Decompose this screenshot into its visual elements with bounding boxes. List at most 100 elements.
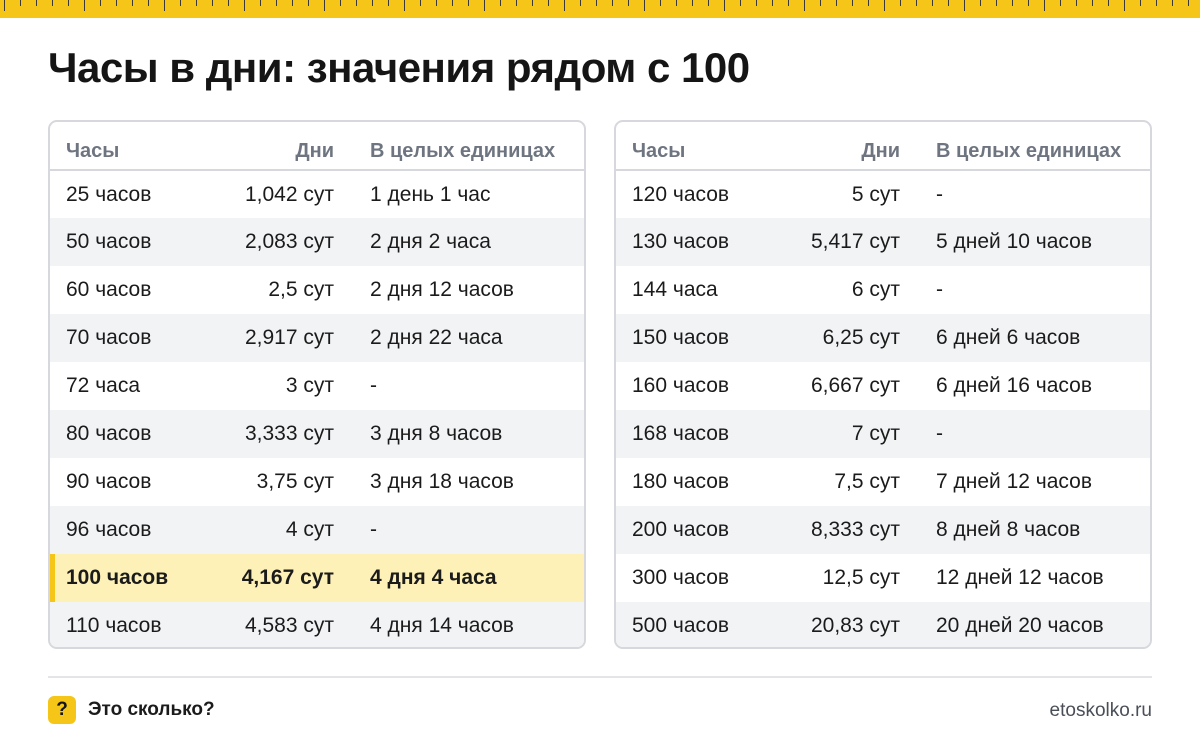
ruler-tick (164, 0, 165, 11)
ruler-tick (180, 0, 181, 6)
cell-whole-units: - (936, 278, 943, 301)
cell-days: 5 сут (851, 182, 900, 206)
ruler-tick (420, 0, 421, 6)
cell-days: 3,75 сут (256, 470, 334, 493)
cell-whole-units: 8 дней 8 часов (900, 506, 1150, 554)
brand-name: Это сколько? (88, 699, 215, 720)
table-row: 110 часов 4,583 сут 4 дня 14 часов (50, 602, 584, 647)
column-header-hours: Часы (616, 122, 766, 171)
hours-table-right: Часы Дни В целых единицах 120 часов 5 сут… (614, 120, 1152, 649)
page-title: Часы в дни: значения рядом с 100 (48, 44, 750, 91)
ruler-tick (628, 0, 629, 6)
table-row: 180 часов 7,5 сут 7 дней 12 часов (616, 458, 1150, 506)
cell-days: 4 сут (200, 506, 334, 554)
cell-whole-units: 1 день 1 час (370, 182, 491, 206)
cell-hours: 96 часов (50, 506, 200, 554)
cell-hours: 100 часов (50, 554, 200, 602)
ruler-tick (452, 0, 453, 6)
ruler-tick (68, 0, 69, 6)
ruler-tick (580, 0, 581, 6)
ruler-tick (548, 0, 549, 6)
ruler-tick (948, 0, 949, 6)
ruler-tick (724, 0, 725, 11)
cell-hours: 120 часов (632, 182, 730, 206)
column-header-whole: В целых единицах (334, 122, 584, 171)
table-row: 500 часов 20,83 сут 20 дней 20 часов (616, 602, 1150, 647)
cell-hours: 168 часов (616, 410, 766, 458)
ruler-tick (500, 0, 501, 6)
ruler-tick (772, 0, 773, 6)
ruler-tick (484, 0, 485, 11)
table-row: 144 часа 6 сут - (616, 266, 1150, 314)
table-row: 70 часов 2,917 сут 2 дня 22 часа (50, 314, 584, 362)
ruler-tick (116, 0, 117, 6)
ruler-tick (260, 0, 261, 6)
cell-hours: 144 часа (632, 278, 718, 301)
ruler-tick (564, 0, 565, 11)
ruler-tick (612, 0, 613, 6)
cell-days: 8,333 сут (766, 506, 900, 554)
ruler-tick (1108, 0, 1109, 6)
cell-whole-units: 5 дней 10 часов (900, 218, 1150, 266)
ruler-tick (932, 0, 933, 6)
cell-whole-units: - (936, 182, 943, 206)
table-row-highlighted: 100 часов 4,167 сут 4 дня 4 часа (50, 554, 584, 602)
table-row: 25 часов 1,042 сут 1 день 1 час (50, 170, 584, 218)
ruler-tick (1060, 0, 1061, 6)
cell-whole-units: 2 дня 2 часа (334, 218, 584, 266)
cell-whole-units: 20 дней 20 часов (900, 602, 1150, 647)
ruler-tick (148, 0, 149, 6)
cell-days: 5,417 сут (766, 218, 900, 266)
table-row: 150 часов 6,25 сут 6 дней 6 часов (616, 314, 1150, 362)
ruler-tick (996, 0, 997, 6)
ruler-tick (1172, 0, 1173, 6)
column-header-whole: В целых единицах (900, 122, 1150, 171)
ruler-tick (276, 0, 277, 6)
site-link[interactable]: etoskolko.ru (1050, 700, 1152, 722)
ruler-tick (436, 0, 437, 6)
ruler-tick (644, 0, 645, 11)
cell-hours: 500 часов (616, 602, 766, 647)
ruler-tick (340, 0, 341, 6)
cell-days: 3,333 сут (200, 410, 334, 458)
ruler-tick (596, 0, 597, 6)
cell-whole-units: 3 дня 18 часов (370, 470, 514, 493)
cell-hours: 150 часов (616, 314, 766, 362)
table-row: 60 часов 2,5 сут 2 дня 12 часов (50, 266, 584, 314)
ruler-tick (84, 0, 85, 11)
ruler-tick (868, 0, 869, 6)
ruler-tick (1076, 0, 1077, 6)
table-header-row: Часы Дни В целых единицах (50, 122, 584, 171)
cell-whole-units: 4 дня 14 часов (334, 602, 584, 647)
ruler-tick (212, 0, 213, 6)
ruler-tick (852, 0, 853, 6)
ruler-tick (884, 0, 885, 11)
ruler-tick (1044, 0, 1045, 11)
ruler-tick (228, 0, 229, 6)
cell-days: 7 сут (766, 410, 900, 458)
ruler-tick (356, 0, 357, 6)
cell-hours: 60 часов (66, 278, 152, 301)
cell-hours: 180 часов (632, 470, 730, 493)
ruler-tick (804, 0, 805, 11)
column-header-days: Дни (200, 122, 334, 171)
ruler-tick (836, 0, 837, 6)
table-row: 96 часов 4 сут - (50, 506, 584, 554)
cell-days: 3 сут (285, 374, 334, 397)
cell-days: 6,667 сут (810, 374, 900, 397)
cell-days: 2,083 сут (200, 218, 334, 266)
column-header-days: Дни (766, 122, 900, 171)
table-header-row: Часы Дни В целых единицах (616, 122, 1150, 171)
ruler-tick (372, 0, 373, 6)
table-row: 120 часов 5 сут - (616, 170, 1150, 218)
cell-whole-units: 2 дня 22 часа (334, 314, 584, 362)
table-row: 80 часов 3,333 сут 3 дня 8 часов (50, 410, 584, 458)
cell-whole-units: - (900, 410, 1150, 458)
cell-hours: 110 часов (50, 602, 200, 647)
ruler-tick (1012, 0, 1013, 6)
ruler-tick (1092, 0, 1093, 6)
ruler-tick (404, 0, 405, 11)
cell-hours: 50 часов (50, 218, 200, 266)
ruler-tick (708, 0, 709, 6)
table-row: 168 часов 7 сут - (616, 410, 1150, 458)
